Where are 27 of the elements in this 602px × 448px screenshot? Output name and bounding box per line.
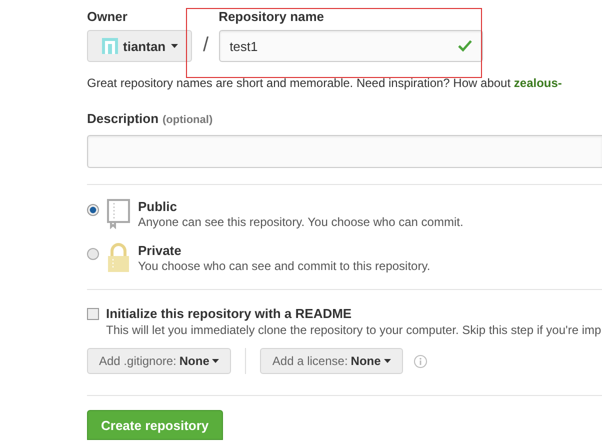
radio-button[interactable] [87,248,99,260]
option-title: Private [138,243,182,258]
caret-icon [170,44,178,48]
owner-label: Owner [87,9,128,24]
info-icon [414,354,427,368]
avatar-icon [102,38,118,54]
book-icon [107,199,130,229]
option-description: You choose who can see and commit to this repository. [138,259,430,273]
readme-description: This will let you immediately clone the repository to your computer. Skip this step if you're imp [106,323,602,337]
option-title: Public [138,199,178,214]
owner-dropdown[interactable]: tiantan [87,30,192,62]
radio-button[interactable] [87,204,99,216]
description-field[interactable] [87,135,602,168]
select-dropdown[interactable]: Add .gitignore: None [87,348,232,374]
caret-icon [384,359,391,363]
repository-name-field[interactable]: test1 [218,30,483,62]
readme-title: Initialize this repository with a README [106,306,353,321]
description-label: Description [87,111,159,126]
hint-text: Great repository names are short and memorable. Need inspiration? How about zealous- [87,76,563,90]
caret-icon [212,359,220,363]
select-dropdown[interactable]: Add a license: None [260,348,403,374]
readme-checkbox[interactable] [87,308,99,320]
slash-separator: / [202,34,210,58]
option-description: Anyone can see this repository. You choose who can commit. [138,215,464,229]
optional-label: (optional) [162,114,213,126]
lock-icon [107,243,130,273]
repository-name-label: Repository name [218,9,326,24]
